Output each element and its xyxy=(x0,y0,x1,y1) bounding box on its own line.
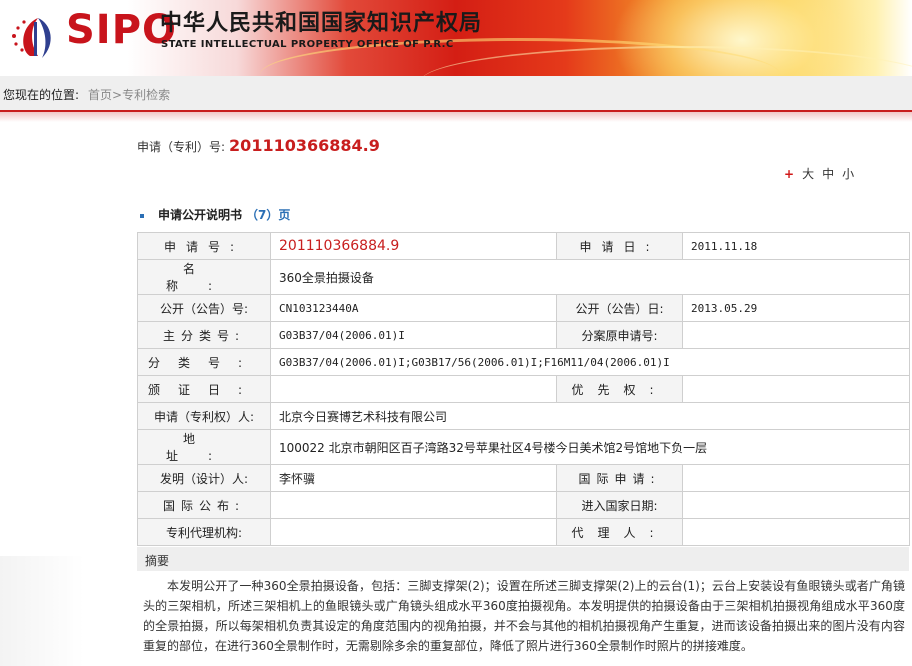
field-value-application-number: 201110366884.9 xyxy=(270,232,557,260)
section-heading: 申请公开说明书 （7）页 xyxy=(140,206,290,223)
table-row: 国际公布: 进入国家日期: xyxy=(137,491,910,519)
field-label: 申请（专利权）人: xyxy=(137,402,271,430)
breadcrumb-separator: > xyxy=(112,88,123,102)
section-title: 申请公开说明书 xyxy=(158,208,243,222)
field-label: 优先权: xyxy=(556,375,683,403)
field-value-divisional-application xyxy=(682,321,910,349)
table-row: 公开（公告）号: CN103123440A 公开（公告）日: 2013.05.2… xyxy=(137,294,910,322)
field-value-title: 360全景拍摄设备 xyxy=(270,259,910,295)
field-value-publication-date: 2013.05.29 xyxy=(682,294,910,322)
field-label: 专利代理机构: xyxy=(137,518,271,546)
font-size-large-button[interactable]: 大 xyxy=(802,167,814,181)
agency-name-cn: 中华人民共和国国家知识产权局 xyxy=(160,11,483,36)
application-number-label: 申请（专利）号: xyxy=(137,140,226,154)
location-bar: 您现在的位置: 首页>专利检索 xyxy=(0,76,912,112)
field-label: 代理人: xyxy=(556,518,683,546)
bullet-icon xyxy=(140,213,144,218)
field-value-address: 100022 北京市朝阳区百子湾路32号苹果社区4号楼今日美术馆2号馆地下负一层 xyxy=(270,429,910,465)
bibliographic-table: 申请号: 201110366884.9 申请日: 2011.11.18 名称: … xyxy=(137,232,910,546)
breadcrumb-home-link[interactable]: 首页 xyxy=(88,88,112,102)
table-row: 专利代理机构: 代理人: xyxy=(137,518,910,546)
field-label: 进入国家日期: xyxy=(556,491,683,519)
field-value-international-application xyxy=(682,464,910,492)
table-row: 申请号: 201110366884.9 申请日: 2011.11.18 xyxy=(137,232,910,260)
table-row: 地址: 100022 北京市朝阳区百子湾路32号苹果社区4号楼今日美术馆2号馆地… xyxy=(137,429,910,465)
field-label: 分案原申请号: xyxy=(556,321,683,349)
header-banner: SIPO 中华人民共和国国家知识产权局 STATE INTELLECTUAL P… xyxy=(0,0,912,76)
field-label: 国际申请: xyxy=(556,464,683,492)
breadcrumb: 首页>专利检索 xyxy=(88,86,170,103)
abstract-heading-bar: 摘要 xyxy=(137,547,909,571)
field-value-publication-number: CN103123440A xyxy=(270,294,557,322)
field-label: 申请日: xyxy=(556,232,683,260)
field-value-national-entry-date xyxy=(682,491,910,519)
field-label: 申请号: xyxy=(137,232,271,260)
plus-icon: + xyxy=(784,167,795,181)
field-label: 名称: xyxy=(137,259,271,295)
table-row: 主分类号: G03B37/04(2006.01)I 分案原申请号: xyxy=(137,321,910,349)
agency-name-en: STATE INTELLECTUAL PROPERTY OFFICE OF P.… xyxy=(161,39,454,50)
font-size-small-button[interactable]: 小 xyxy=(842,167,854,181)
location-label: 您现在的位置: xyxy=(3,88,80,102)
field-label: 地址: xyxy=(137,429,271,465)
application-number-header: 申请（专利）号: 201110366884.9 xyxy=(137,135,380,158)
field-label: 公开（公告）号: xyxy=(137,294,271,322)
field-value-applicant: 北京今日赛博艺术科技有限公司 xyxy=(270,402,910,430)
table-row: 分类号: G03B37/04(2006.01)I;G03B17/56(2006.… xyxy=(137,348,910,376)
field-value-priority xyxy=(682,375,910,403)
field-value-inventor: 李怀骥 xyxy=(270,464,557,492)
field-value-agent xyxy=(682,518,910,546)
field-value-main-classification: G03B37/04(2006.01)I xyxy=(270,321,557,349)
field-value-grant-date xyxy=(270,375,557,403)
font-size-control: + 大中小 xyxy=(784,165,854,182)
field-label: 主分类号: xyxy=(137,321,271,349)
decorative-strip xyxy=(0,556,84,666)
abstract-heading: 摘要 xyxy=(145,554,170,568)
page-count[interactable]: （7）页 xyxy=(246,208,290,222)
field-label: 国际公布: xyxy=(137,491,271,519)
field-value-application-date: 2011.11.18 xyxy=(682,232,910,260)
field-value-classification: G03B37/04(2006.01)I;G03B17/56(2006.01)I;… xyxy=(270,348,910,376)
font-size-medium-button[interactable]: 中 xyxy=(822,167,834,181)
field-label: 发明（设计）人: xyxy=(137,464,271,492)
table-row: 颁证日: 优先权: xyxy=(137,375,910,403)
divider-shadow xyxy=(0,112,912,122)
field-label: 分类号: xyxy=(137,348,271,376)
table-row: 名称: 360全景拍摄设备 xyxy=(137,259,910,295)
table-row: 发明（设计）人: 李怀骥 国际申请: xyxy=(137,464,910,492)
field-label: 颁证日: xyxy=(137,375,271,403)
abstract-text: 本发明公开了一种360全景拍摄设备，包括：三脚支撑架(2)；设置在所述三脚支撑架… xyxy=(143,579,905,653)
field-label: 公开（公告）日: xyxy=(556,294,683,322)
field-value-agency xyxy=(270,518,557,546)
breadcrumb-patent-search-link[interactable]: 专利检索 xyxy=(122,88,170,102)
application-number-value: 201110366884.9 xyxy=(229,136,380,155)
field-value-international-publication xyxy=(270,491,557,519)
table-row: 申请（专利权）人: 北京今日赛博艺术科技有限公司 xyxy=(137,402,910,430)
sipo-emblem-icon xyxy=(12,18,51,58)
